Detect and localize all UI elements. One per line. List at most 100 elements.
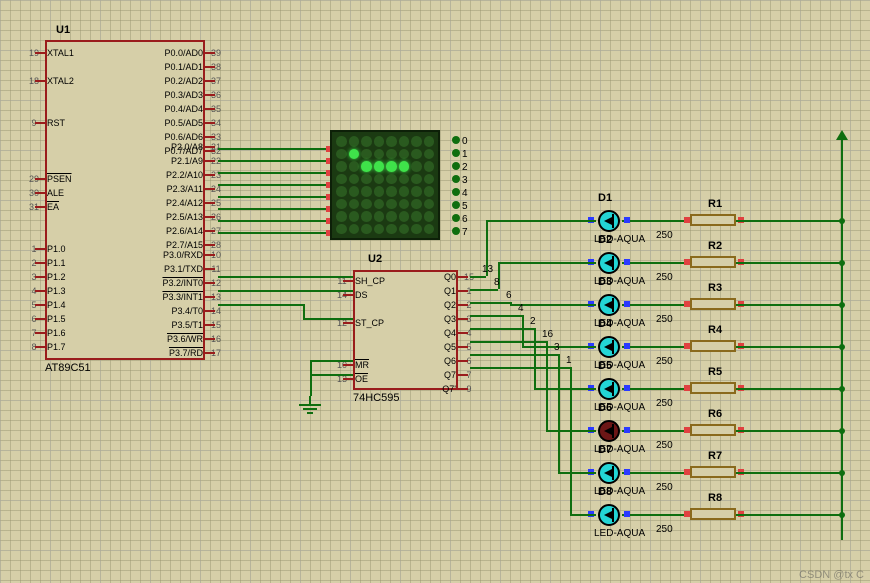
- matrix-cell: [411, 186, 422, 197]
- matrix-cell: [411, 161, 422, 172]
- pin: Q7'9: [442, 382, 456, 396]
- resistor-r5[interactable]: [690, 382, 736, 394]
- resistor-r6[interactable]: [690, 424, 736, 436]
- pin: P2.6/A1427: [166, 224, 203, 238]
- matrix-cell: [399, 224, 410, 235]
- pin: Q33: [444, 312, 456, 326]
- resistor-r7[interactable]: [690, 466, 736, 478]
- matrix-cell: [336, 211, 347, 222]
- matrix-cell: [361, 224, 372, 235]
- pin: P3.0/RXD10: [163, 248, 203, 262]
- led-ref: D7: [598, 444, 612, 456]
- matrix-cell: [374, 174, 385, 185]
- schematic-canvas[interactable]: U1 AT89C51 XTAL119XTAL218RST9PSEN29ALE30…: [0, 0, 870, 583]
- matrix-cell: [386, 136, 397, 147]
- watermark: CSDN @tx C: [799, 569, 864, 581]
- u2-refdes: U2: [368, 253, 382, 265]
- led-d6[interactable]: [598, 420, 620, 442]
- matrix-cell: [424, 149, 435, 160]
- pin: P2.5/A1326: [166, 210, 203, 224]
- matrix-cell: [336, 149, 347, 160]
- resistor-r4[interactable]: [690, 340, 736, 352]
- matrix-cell: [349, 199, 360, 210]
- resistor-r8[interactable]: [690, 508, 736, 520]
- matrix-cell: [374, 161, 385, 172]
- matrix-cell: [399, 186, 410, 197]
- matrix-cell: [336, 161, 347, 172]
- wire-gnd-stem: [310, 360, 312, 396]
- matrix-cell: [386, 186, 397, 197]
- matrix-cell: [336, 224, 347, 235]
- matrix-cell: [349, 211, 360, 222]
- pin: P2.0/A821: [171, 140, 203, 154]
- pin: Q77: [444, 368, 456, 382]
- u1-right-p3: P3.0/RXD10P3.1/TXD11P3.2/INT012P3.3/INT1…: [47, 248, 203, 360]
- led-ref: D6: [598, 402, 612, 414]
- matrix-cell: [411, 224, 422, 235]
- wire-p34: [218, 304, 303, 306]
- led-part: LED-AQUA: [594, 528, 645, 539]
- resistor-r1[interactable]: [690, 214, 736, 226]
- pin: Q66: [444, 354, 456, 368]
- led-ref: D3: [598, 276, 612, 288]
- led-d7[interactable]: [598, 462, 620, 484]
- matrix-cell: [374, 224, 385, 235]
- led-d8[interactable]: [598, 504, 620, 526]
- matrix-cell: [424, 186, 435, 197]
- matrix-label: 7: [462, 227, 468, 238]
- pin: Q44: [444, 326, 456, 340]
- matrix-cell: [361, 161, 372, 172]
- matrix-cell: [399, 199, 410, 210]
- pin: P3.7/RD17: [169, 346, 203, 360]
- matrix-cell: [424, 161, 435, 172]
- matrix-label: 4: [462, 188, 468, 199]
- matrix-cell: [399, 174, 410, 185]
- u2-right-pins: Q015Q11Q22Q33Q44Q55Q66Q77Q7'9: [355, 270, 456, 396]
- led-matrix[interactable]: [330, 130, 440, 240]
- led-d1[interactable]: [598, 210, 620, 232]
- wire-step1: [303, 304, 305, 318]
- led-d2[interactable]: [598, 252, 620, 274]
- matrix-cell: [374, 186, 385, 197]
- matrix-cell: [424, 174, 435, 185]
- matrix-label: 6: [462, 214, 468, 225]
- pin: P0.0/AD039: [164, 46, 203, 60]
- matrix-cell: [386, 224, 397, 235]
- pin: P3.1/TXD11: [164, 262, 203, 276]
- wire-p2: [218, 232, 330, 234]
- matrix-cell: [386, 149, 397, 160]
- matrix-cell: [374, 136, 385, 147]
- wire-p2: [218, 148, 330, 150]
- matrix-cell: [386, 211, 397, 222]
- matrix-cell: [424, 211, 435, 222]
- matrix-cell: [424, 136, 435, 147]
- pin: P0.3/AD336: [164, 88, 203, 102]
- pin: P3.5/T115: [171, 318, 203, 332]
- matrix-cell: [349, 174, 360, 185]
- wire-p2: [218, 172, 330, 174]
- led-d4[interactable]: [598, 336, 620, 358]
- matrix-cell: [411, 199, 422, 210]
- led-d5[interactable]: [598, 378, 620, 400]
- matrix-label: 3: [462, 175, 468, 186]
- resistor-r2[interactable]: [690, 256, 736, 268]
- matrix-cell: [386, 161, 397, 172]
- matrix-cell: [411, 149, 422, 160]
- matrix-cell: [361, 186, 372, 197]
- pin: P3.2/INT012: [162, 276, 203, 290]
- led-ref: D8: [598, 486, 612, 498]
- matrix-cell: [399, 211, 410, 222]
- wire-p2: [218, 220, 330, 222]
- matrix-cell: [361, 149, 372, 160]
- matrix-cell: [336, 186, 347, 197]
- matrix-cell: [399, 161, 410, 172]
- matrix-cell: [424, 224, 435, 235]
- ground-symbol: [299, 396, 321, 414]
- matrix-cell: [349, 186, 360, 197]
- matrix-cell: [336, 174, 347, 185]
- pin: P0.1/AD138: [164, 60, 203, 74]
- pin: P0.5/AD534: [164, 116, 203, 130]
- pin: Q55: [444, 340, 456, 354]
- resistor-r3[interactable]: [690, 298, 736, 310]
- led-d3[interactable]: [598, 294, 620, 316]
